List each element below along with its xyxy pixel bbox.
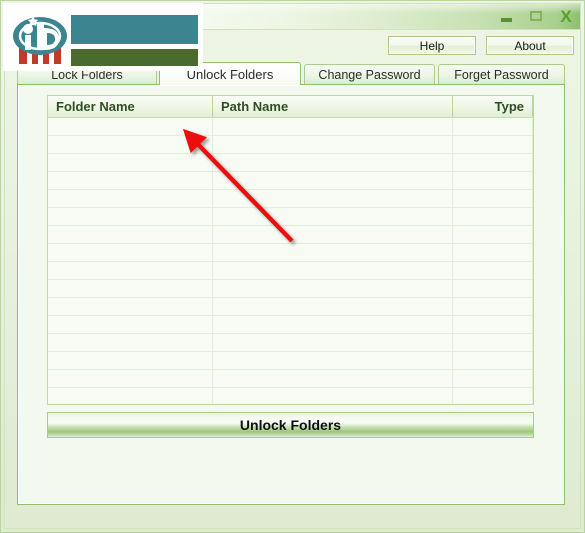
tab-forget-password[interactable]: Forget Password	[438, 64, 565, 84]
column-header-type[interactable]: Type	[453, 96, 533, 117]
logo-banner-primary	[71, 15, 198, 44]
table-row[interactable]	[48, 118, 533, 136]
table-cell-type	[453, 388, 533, 404]
table-row[interactable]	[48, 370, 533, 388]
table-cell-folder-name	[48, 190, 213, 207]
table-cell-path-name	[213, 190, 453, 207]
table-row[interactable]	[48, 388, 533, 404]
minimize-button[interactable]	[496, 7, 516, 25]
table-cell-path-name	[213, 172, 453, 189]
table-cell-folder-name	[48, 208, 213, 225]
table-cell-path-name	[213, 208, 453, 225]
table-cell-type	[453, 298, 533, 315]
table-row[interactable]	[48, 316, 533, 334]
table-cell-type	[453, 118, 533, 135]
logo-overlay	[3, 3, 203, 71]
table-cell-path-name	[213, 334, 453, 351]
table-row[interactable]	[48, 298, 533, 316]
table-cell-folder-name	[48, 388, 213, 404]
table-row[interactable]	[48, 208, 533, 226]
table-row[interactable]	[48, 226, 533, 244]
maximize-button[interactable]	[526, 7, 546, 25]
table-cell-folder-name	[48, 352, 213, 369]
help-button[interactable]: Help	[388, 36, 476, 55]
table-cell-folder-name	[48, 118, 213, 135]
column-header-path-name[interactable]: Path Name	[213, 96, 453, 117]
close-icon: X	[560, 6, 572, 26]
table-cell-path-name	[213, 226, 453, 243]
table-cell-path-name	[213, 388, 453, 404]
table-cell-folder-name	[48, 154, 213, 171]
table-cell-folder-name	[48, 136, 213, 153]
table-cell-type	[453, 334, 533, 351]
table-cell-path-name	[213, 154, 453, 171]
table-cell-type	[453, 154, 533, 171]
table-cell-type	[453, 190, 533, 207]
top-button-group: Help About	[388, 36, 574, 55]
table-cell-path-name	[213, 352, 453, 369]
table-cell-path-name	[213, 118, 453, 135]
table-cell-type	[453, 280, 533, 297]
table-cell-type	[453, 226, 533, 243]
tab-change-password[interactable]: Change Password	[304, 64, 435, 84]
unlock-folders-button[interactable]: Unlock Folders	[47, 412, 534, 438]
minimize-icon	[500, 17, 512, 22]
app-logo-icon	[13, 16, 67, 64]
table-cell-path-name	[213, 298, 453, 315]
close-button[interactable]: X	[556, 7, 576, 25]
table-cell-folder-name	[48, 244, 213, 261]
table-cell-path-name	[213, 262, 453, 279]
table-body	[48, 118, 533, 404]
table-cell-type	[453, 172, 533, 189]
table-cell-path-name	[213, 370, 453, 387]
table-cell-type	[453, 244, 533, 261]
about-button[interactable]: About	[486, 36, 574, 55]
table-row[interactable]	[48, 154, 533, 172]
table-cell-path-name	[213, 316, 453, 333]
table-cell-folder-name	[48, 226, 213, 243]
table-row[interactable]	[48, 280, 533, 298]
table-cell-folder-name	[48, 370, 213, 387]
logo-banner-secondary	[71, 49, 198, 66]
table-row[interactable]	[48, 334, 533, 352]
table-row[interactable]	[48, 136, 533, 154]
table-cell-type	[453, 262, 533, 279]
column-header-folder-name[interactable]: Folder Name	[48, 96, 213, 117]
table-row[interactable]	[48, 244, 533, 262]
table-cell-folder-name	[48, 280, 213, 297]
table-row[interactable]	[48, 190, 533, 208]
table-cell-folder-name	[48, 172, 213, 189]
table-cell-path-name	[213, 244, 453, 261]
table-cell-type	[453, 352, 533, 369]
table-row[interactable]	[48, 262, 533, 280]
table-cell-type	[453, 316, 533, 333]
table-cell-folder-name	[48, 316, 213, 333]
table-cell-path-name	[213, 136, 453, 153]
table-cell-folder-name	[48, 298, 213, 315]
application-window: X Help About Lock Folders Unlock Folders…	[0, 0, 585, 533]
folders-table[interactable]: Folder Name Path Name Type	[47, 95, 534, 405]
table-row[interactable]	[48, 172, 533, 190]
table-row[interactable]	[48, 352, 533, 370]
table-cell-type	[453, 136, 533, 153]
maximize-icon	[530, 11, 542, 21]
table-cell-path-name	[213, 280, 453, 297]
table-header-row: Folder Name Path Name Type	[48, 96, 533, 118]
window-controls: X	[496, 6, 576, 26]
table-cell-folder-name	[48, 262, 213, 279]
table-cell-type	[453, 370, 533, 387]
table-cell-type	[453, 208, 533, 225]
table-cell-folder-name	[48, 334, 213, 351]
